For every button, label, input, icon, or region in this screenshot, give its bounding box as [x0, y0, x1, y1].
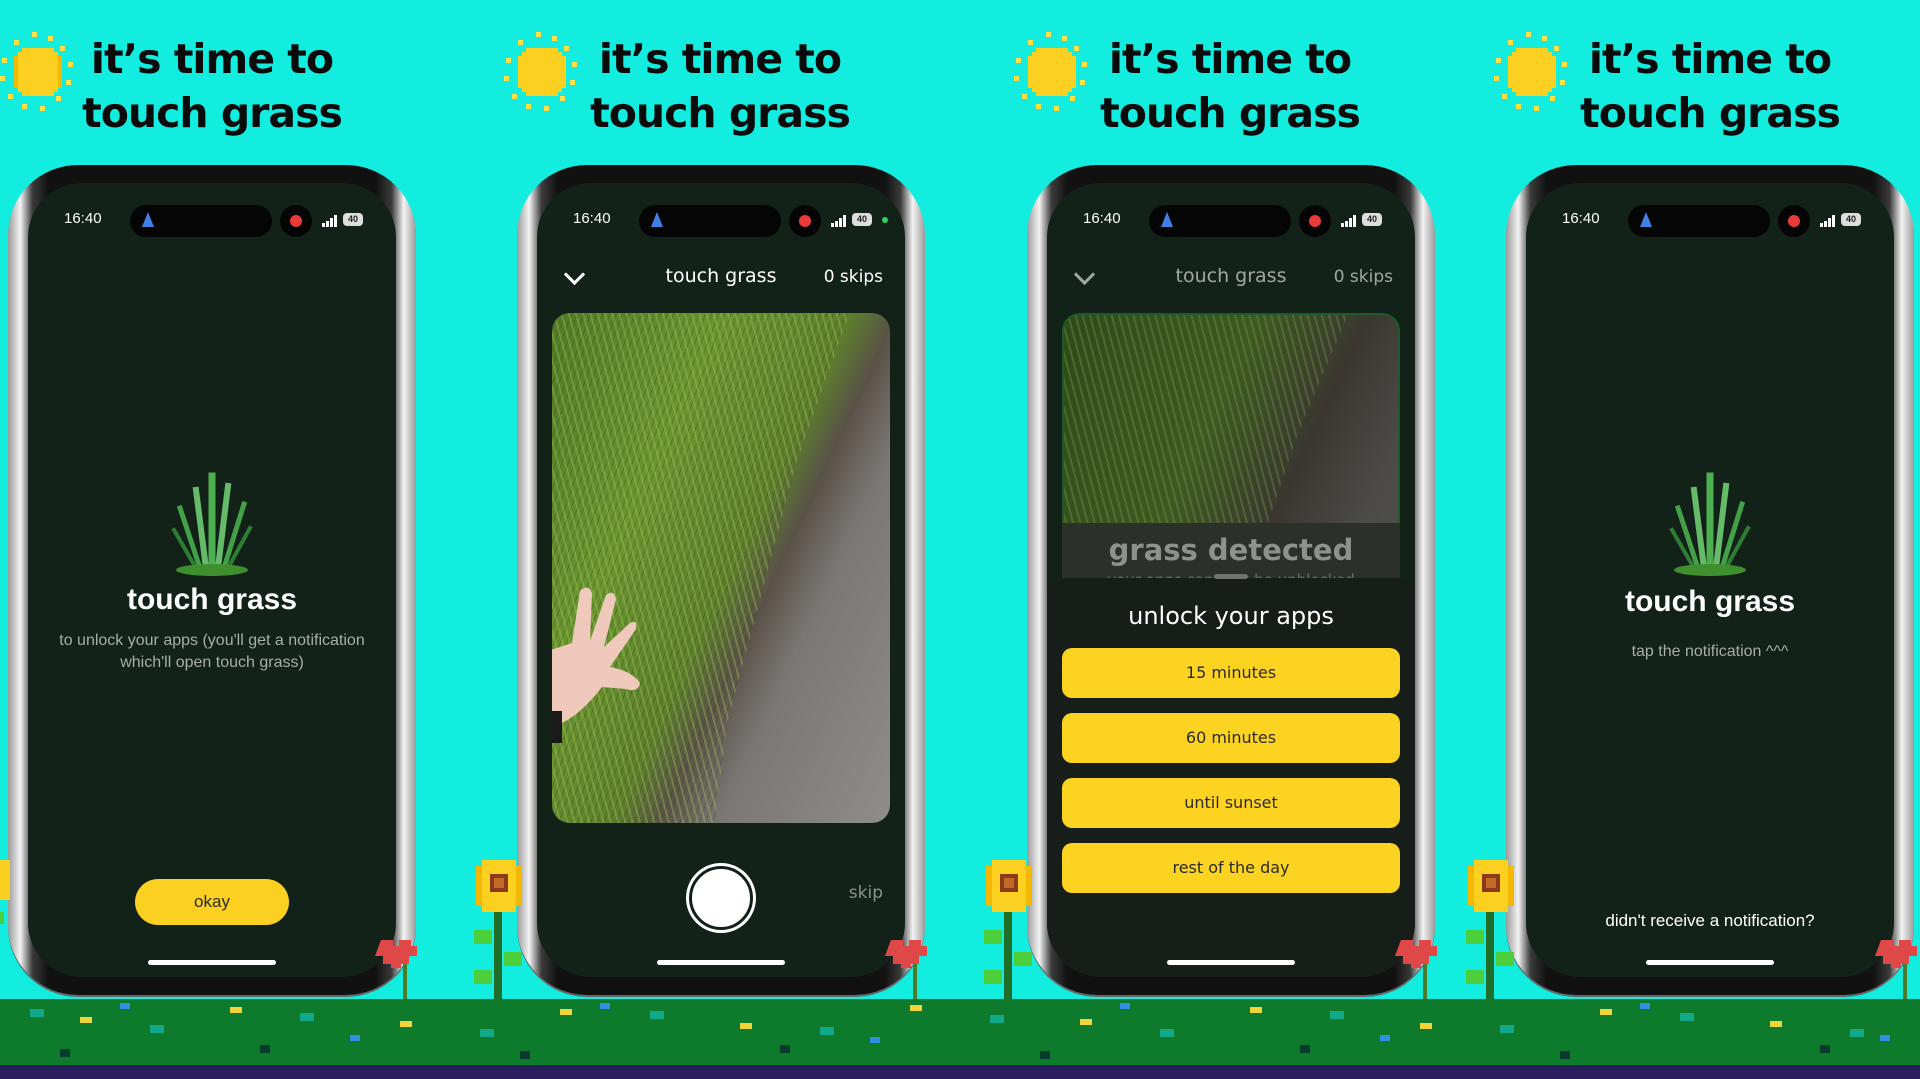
unlock-sheet: unlock your apps 15 minutes 60 minutes u… [1047, 574, 1415, 977]
headline: it’s time to touch grass [1560, 32, 1860, 140]
screen-record-icon [1299, 205, 1331, 237]
screen-record-icon [789, 205, 821, 237]
status-bar: 16:40 40 [537, 205, 905, 237]
headline: it’s time to touch grass [62, 32, 362, 140]
red-flower-icon [375, 940, 417, 1006]
location-arrow-icon [142, 212, 154, 227]
hand-image [552, 587, 640, 743]
headline-line2: touch grass [590, 89, 851, 137]
headline-line1: it’s time to [1588, 35, 1832, 83]
screen-subtitle: tap the notification ^^^ [1631, 643, 1789, 660]
signal-icon [1341, 215, 1359, 227]
status-bar: 16:40 40 [1526, 205, 1894, 237]
signal-icon [322, 215, 340, 227]
camera-preview [552, 313, 890, 823]
option-60-minutes[interactable]: 60 minutes [1062, 713, 1400, 763]
status-time: 16:40 [573, 210, 611, 227]
status-bar: 16:40 40 [1047, 205, 1415, 237]
phone-screen: 16:40 40 touch grass to unlock your apps… [28, 183, 396, 977]
signal-icon [1820, 215, 1838, 227]
top-nav: touch grass 0 skips [537, 261, 905, 297]
battery-icon: 40 [343, 213, 363, 226]
phone-screen: 16:40 40 touch grass tap the notificatio… [1526, 183, 1894, 977]
dynamic-island [1149, 205, 1291, 237]
option-until-sunset[interactable]: until sunset [1062, 778, 1400, 828]
detected-title: grass detected [1108, 533, 1354, 567]
option-rest-of-day[interactable]: rest of the day [1062, 843, 1400, 893]
sheet-title: unlock your apps [1128, 602, 1334, 630]
red-flower-icon [885, 940, 927, 1006]
grass-icon [1669, 472, 1751, 576]
skip-button[interactable]: skip [849, 883, 883, 903]
screen-title: touch grass [126, 583, 298, 616]
screen-title: touch grass [1624, 585, 1796, 618]
phone-screen: 16:40 40 touch grass 0 skips grass detec… [1047, 183, 1415, 977]
battery-icon: 40 [852, 213, 872, 226]
grass-icon [171, 472, 253, 576]
phone-frame: 16:40 40 touch grass 0 skips grass detec… [1027, 165, 1435, 995]
screen-subtitle: to unlock your apps (you'll get a notifi… [59, 632, 365, 671]
phone-frame: 16:40 40 touch grass tap the notificatio… [1506, 165, 1914, 995]
home-indicator[interactable] [1167, 960, 1295, 965]
headline: it’s time to touch grass [570, 32, 870, 140]
status-time: 16:40 [64, 210, 102, 227]
top-nav: touch grass 0 skips [1047, 261, 1415, 297]
location-arrow-icon [1640, 212, 1652, 227]
status-bar: 16:40 40 [28, 205, 396, 237]
camera-in-use-indicator [882, 217, 888, 223]
okay-button[interactable]: okay [135, 879, 289, 925]
battery-icon: 40 [1362, 213, 1382, 226]
headline-line2: touch grass [1580, 89, 1841, 137]
headline-line1: it’s time to [598, 35, 842, 83]
panel-intro: it’s time to touch grass 16:40 40 touch … [0, 0, 480, 1079]
skips-count: 0 skips [1333, 267, 1393, 287]
screen-record-icon [280, 205, 312, 237]
skips-count: 0 skips [823, 267, 883, 287]
screen-record-icon [1778, 205, 1810, 237]
phone-screen: 16:40 40 touch grass 0 skips skip [537, 183, 905, 977]
signal-icon [831, 215, 849, 227]
status-time: 16:40 [1562, 210, 1600, 227]
home-indicator[interactable] [148, 960, 276, 965]
didnt-receive-notification-link[interactable]: didn't receive a notification? [1526, 911, 1894, 931]
shutter-button[interactable] [689, 866, 753, 930]
battery-icon: 40 [1841, 213, 1861, 226]
panel-unlock: it’s time to touch grass 16:40 40 touch … [1014, 0, 1500, 1079]
headline-line2: touch grass [1100, 89, 1361, 137]
pixel-grass-ground [0, 999, 1920, 1079]
phone-frame: 16:40 40 touch grass 0 skips skip [517, 165, 925, 995]
sunflower-icon [1466, 860, 1514, 1010]
location-arrow-icon [1161, 212, 1173, 227]
headline-line2: touch grass [82, 89, 343, 137]
headline-line1: it’s time to [90, 35, 334, 83]
sunflower-icon [0, 860, 10, 924]
headline: it’s time to touch grass [1080, 32, 1380, 140]
headline-line1: it’s time to [1108, 35, 1352, 83]
dynamic-island [639, 205, 781, 237]
red-flower-icon [1875, 940, 1917, 1006]
panel-camera: it’s time to touch grass 16:40 40 touch … [504, 0, 990, 1079]
phone-frame: 16:40 40 touch grass to unlock your apps… [8, 165, 416, 995]
red-flower-icon [1395, 940, 1437, 1006]
option-15-minutes[interactable]: 15 minutes [1062, 648, 1400, 698]
sunflower-icon [474, 860, 522, 1010]
home-indicator[interactable] [657, 960, 785, 965]
panel-notify: it’s time to touch grass 16:40 40 touch … [1494, 0, 1920, 1079]
location-arrow-icon [651, 212, 663, 227]
sunflower-icon [984, 860, 1032, 1010]
home-indicator[interactable] [1646, 960, 1774, 965]
sheet-grabber[interactable] [1214, 574, 1248, 579]
status-time: 16:40 [1083, 210, 1121, 227]
dynamic-island [1628, 205, 1770, 237]
dynamic-island [130, 205, 272, 237]
